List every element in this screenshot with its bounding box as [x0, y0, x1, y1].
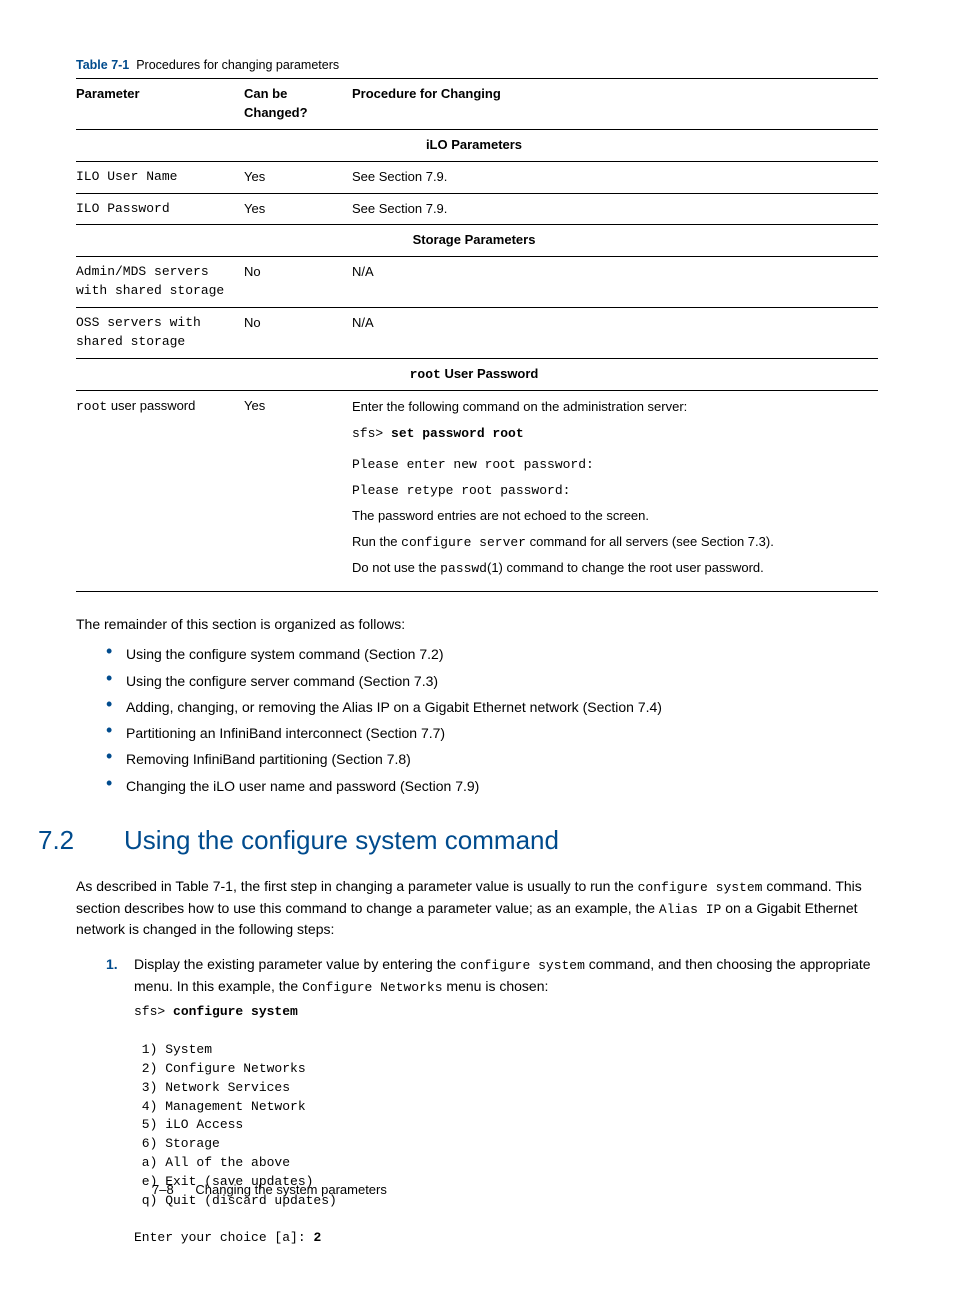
page-footer: 7–8 Changing the system parameters [152, 1181, 387, 1200]
cell-can: No [244, 257, 352, 308]
footer-title: Changing the system parameters [195, 1182, 386, 1197]
table-row: root user password Yes Enter the followi… [76, 391, 878, 592]
section-heading: 7.2 Using the configure system command [76, 822, 878, 860]
cell-param: OSS servers with shared storage [76, 307, 244, 358]
cell-param: ILO Password [76, 193, 244, 225]
steps-list: 1. Display the existing parameter value … [106, 954, 878, 1249]
cell-param: root user password [76, 391, 244, 592]
terminal-block: sfs> configure system 1) System 2) Confi… [134, 1003, 878, 1248]
cell-proc: See Section 7.9. [352, 193, 878, 225]
th-can-be-changed: Can be Changed? [244, 79, 352, 130]
section-storage: Storage Parameters [76, 225, 878, 257]
cell-can: Yes [244, 161, 352, 193]
step-number: 1. [106, 954, 118, 974]
cell-proc: See Section 7.9. [352, 161, 878, 193]
section-title: Using the configure system command [124, 822, 559, 860]
list-item: Adding, changing, or removing the Alias … [106, 697, 878, 717]
th-procedure: Procedure for Changing [352, 79, 878, 130]
table-caption: Table 7-1 Procedures for changing parame… [76, 56, 878, 74]
table-row: ILO User Name Yes See Section 7.9. [76, 161, 878, 193]
table-row: OSS servers with shared storage No N/A [76, 307, 878, 358]
list-item: Removing InfiniBand partitioning (Sectio… [106, 749, 878, 769]
table-label: Table 7-1 [76, 58, 129, 72]
section-number: 7.2 [38, 822, 124, 860]
table-caption-text: Procedures for changing parameters [136, 58, 339, 72]
cell-param: ILO User Name [76, 161, 244, 193]
cell-param: Admin/MDS servers with shared storage [76, 257, 244, 308]
list-item: Partitioning an InfiniBand interconnect … [106, 723, 878, 743]
th-parameter: Parameter [76, 79, 244, 130]
section-root: root User Password [76, 358, 878, 391]
list-item: Changing the iLO user name and password … [106, 776, 878, 796]
cell-can: Yes [244, 193, 352, 225]
cell-proc: N/A [352, 307, 878, 358]
cell-proc: N/A [352, 257, 878, 308]
list-item: Using the configure system command (Sect… [106, 644, 878, 664]
section-ilo: iLO Parameters [76, 129, 878, 161]
parameters-table: Parameter Can be Changed? Procedure for … [76, 78, 878, 592]
table-row: ILO Password Yes See Section 7.9. [76, 193, 878, 225]
cell-can: Yes [244, 391, 352, 592]
list-item: Using the configure server command (Sect… [106, 671, 878, 691]
cell-can: No [244, 307, 352, 358]
page-number: 7–8 [152, 1182, 174, 1197]
step-item: 1. Display the existing parameter value … [106, 954, 878, 1249]
bullet-list: Using the configure system command (Sect… [106, 644, 878, 796]
table-row: Admin/MDS servers with shared storage No… [76, 257, 878, 308]
paragraph: As described in Table 7-1, the first ste… [76, 876, 878, 940]
intro-line: The remainder of this section is organiz… [76, 614, 878, 634]
cell-proc: Enter the following command on the admin… [352, 391, 878, 592]
